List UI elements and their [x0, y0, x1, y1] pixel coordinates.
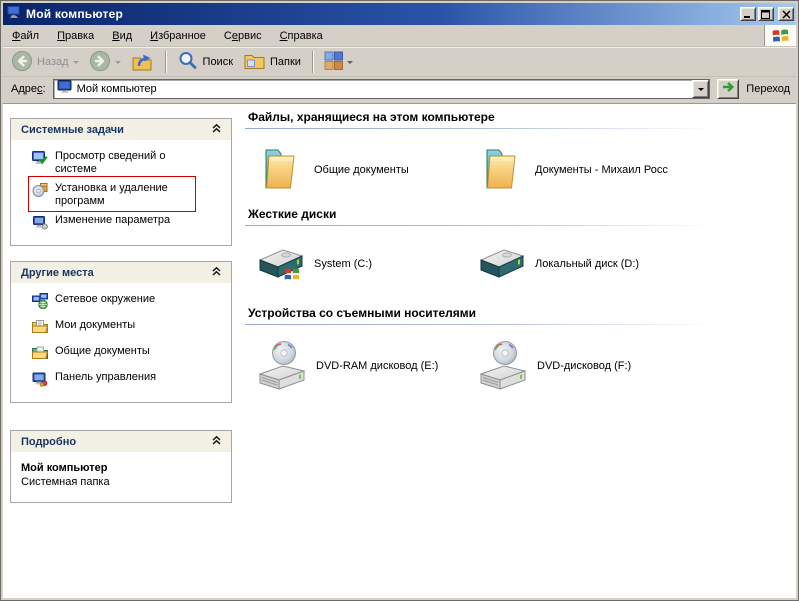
back-icon [11, 50, 33, 75]
search-button[interactable]: Поиск [173, 48, 237, 77]
place-control-panel[interactable]: Панель управления [11, 368, 229, 394]
section-divider [245, 324, 715, 325]
explorer-window: Мой компьютер Файл Правка Вид Избранное … [0, 0, 799, 601]
window-title: Мой компьютер [26, 7, 123, 21]
hard-disk-icon [478, 241, 526, 288]
section-header: Файлы, хранящиеся на этом компьютере [248, 110, 495, 124]
toolbar-separator [311, 51, 313, 73]
menu-view[interactable]: Вид [103, 25, 141, 46]
panel-system-tasks: Системные задачи Просмотр сведений о сис… [10, 118, 232, 246]
menu-favorites[interactable]: Избранное [141, 25, 215, 46]
folder-up-icon [131, 50, 154, 75]
address-input[interactable]: Мой компьютер [52, 78, 711, 99]
panel-details-header[interactable]: Подробно [11, 431, 231, 452]
go-button[interactable] [717, 78, 740, 99]
close-button[interactable] [778, 7, 794, 21]
titlebar[interactable]: Мой компьютер [3, 3, 796, 25]
task-change-setting[interactable]: Изменение параметра [11, 211, 229, 237]
up-button[interactable] [127, 48, 158, 77]
views-icon [324, 51, 343, 73]
back-button[interactable]: Назад [7, 48, 83, 77]
folders-button[interactable]: Папки [239, 48, 305, 77]
hard-disk-windows-icon [257, 241, 305, 288]
address-dropdown-button[interactable] [692, 79, 710, 98]
system-info-icon [32, 150, 48, 170]
panel-system-tasks-header[interactable]: Системные задачи [11, 119, 231, 140]
task-view-system-info[interactable]: Просмотр сведений о системе [11, 147, 229, 179]
toolbar: Назад Поиск Папки [3, 47, 796, 77]
forward-dropdown-icon [114, 61, 121, 67]
file-item-shared-documents[interactable]: Общие документы [257, 141, 478, 199]
dvd-drive-icon [257, 339, 307, 394]
drive-item-f[interactable]: DVD-дисковод (F:) [478, 337, 699, 395]
change-setting-icon [32, 214, 48, 234]
toolbar-separator [164, 51, 166, 73]
my-computer-icon [57, 79, 73, 98]
menubar: Файл Правка Вид Избранное Сервис Справка [3, 25, 796, 47]
drive-item-e[interactable]: DVD-RAM дисковод (E:) [257, 337, 478, 395]
folders-icon [243, 50, 266, 75]
forward-icon [89, 50, 111, 75]
my-documents-icon [32, 319, 49, 339]
go-arrow-icon [721, 80, 735, 97]
place-shared-documents[interactable]: Общие документы [11, 342, 229, 368]
addressbar: Адрес: Мой компьютер Переход [3, 77, 796, 103]
forward-button[interactable] [85, 48, 125, 77]
place-my-documents[interactable]: Мои документы [11, 316, 229, 342]
drive-item-d[interactable]: Локальный диск (D:) [478, 238, 699, 290]
address-value: Мой компьютер [76, 82, 157, 95]
task-add-remove-programs[interactable]: Установка и удаление программ [11, 176, 229, 212]
maximize-button[interactable] [758, 7, 774, 21]
shared-documents-icon [32, 345, 49, 365]
menu-file[interactable]: Файл [3, 25, 48, 46]
back-dropdown-icon [72, 61, 79, 67]
views-dropdown-icon [346, 61, 353, 67]
file-view: Файлы, хранящиеся на этом компьютере Общ… [245, 104, 794, 395]
search-icon [177, 50, 199, 75]
panel-other-places: Другие места Сетевое окружение Мои докум… [10, 261, 232, 403]
place-network[interactable]: Сетевое окружение [11, 290, 229, 316]
menu-edit[interactable]: Правка [48, 25, 103, 46]
menu-help[interactable]: Справка [271, 25, 332, 46]
add-remove-programs-icon [32, 182, 48, 202]
section-header: Устройства со съемными носителями [248, 306, 477, 320]
minimize-button[interactable] [740, 7, 756, 21]
details-item-name: Мой компьютер [21, 462, 108, 474]
file-item-user-documents[interactable]: Документы - Михаил Росс [478, 141, 699, 199]
section-removable-devices: Устройства со съемными носителями DVD-RA… [245, 306, 794, 395]
network-places-icon [32, 293, 48, 313]
section-hard-disks: Жесткие диски System (C:) Локальный диск… [245, 207, 794, 290]
panel-details: Подробно Мой компьютер Системная папка [10, 430, 232, 503]
folder-icon [478, 145, 526, 196]
drive-item-c[interactable]: System (C:) [257, 238, 478, 290]
my-computer-icon [6, 4, 22, 25]
views-button[interactable] [320, 49, 357, 75]
go-label[interactable]: Переход [746, 83, 790, 95]
section-files: Файлы, хранящиеся на этом компьютере Общ… [245, 110, 794, 199]
dvd-drive-icon [478, 339, 528, 394]
chevron-up-icon[interactable] [210, 122, 223, 137]
content-area: Системные задачи Просмотр сведений о сис… [3, 103, 796, 598]
section-divider [245, 128, 715, 129]
folder-icon [257, 145, 305, 196]
panel-other-places-header[interactable]: Другие места [11, 262, 231, 283]
section-header: Жесткие диски [248, 207, 337, 221]
address-label: Адрес: [11, 82, 46, 95]
chevron-up-icon[interactable] [210, 434, 223, 449]
details-item-type: Системная папка [21, 476, 110, 488]
windows-logo-icon [764, 25, 796, 46]
control-panel-icon [32, 371, 48, 391]
menu-tools[interactable]: Сервис [215, 25, 271, 46]
sidebar: Системные задачи Просмотр сведений о сис… [10, 118, 232, 503]
section-divider [245, 225, 715, 226]
chevron-up-icon[interactable] [210, 265, 223, 280]
